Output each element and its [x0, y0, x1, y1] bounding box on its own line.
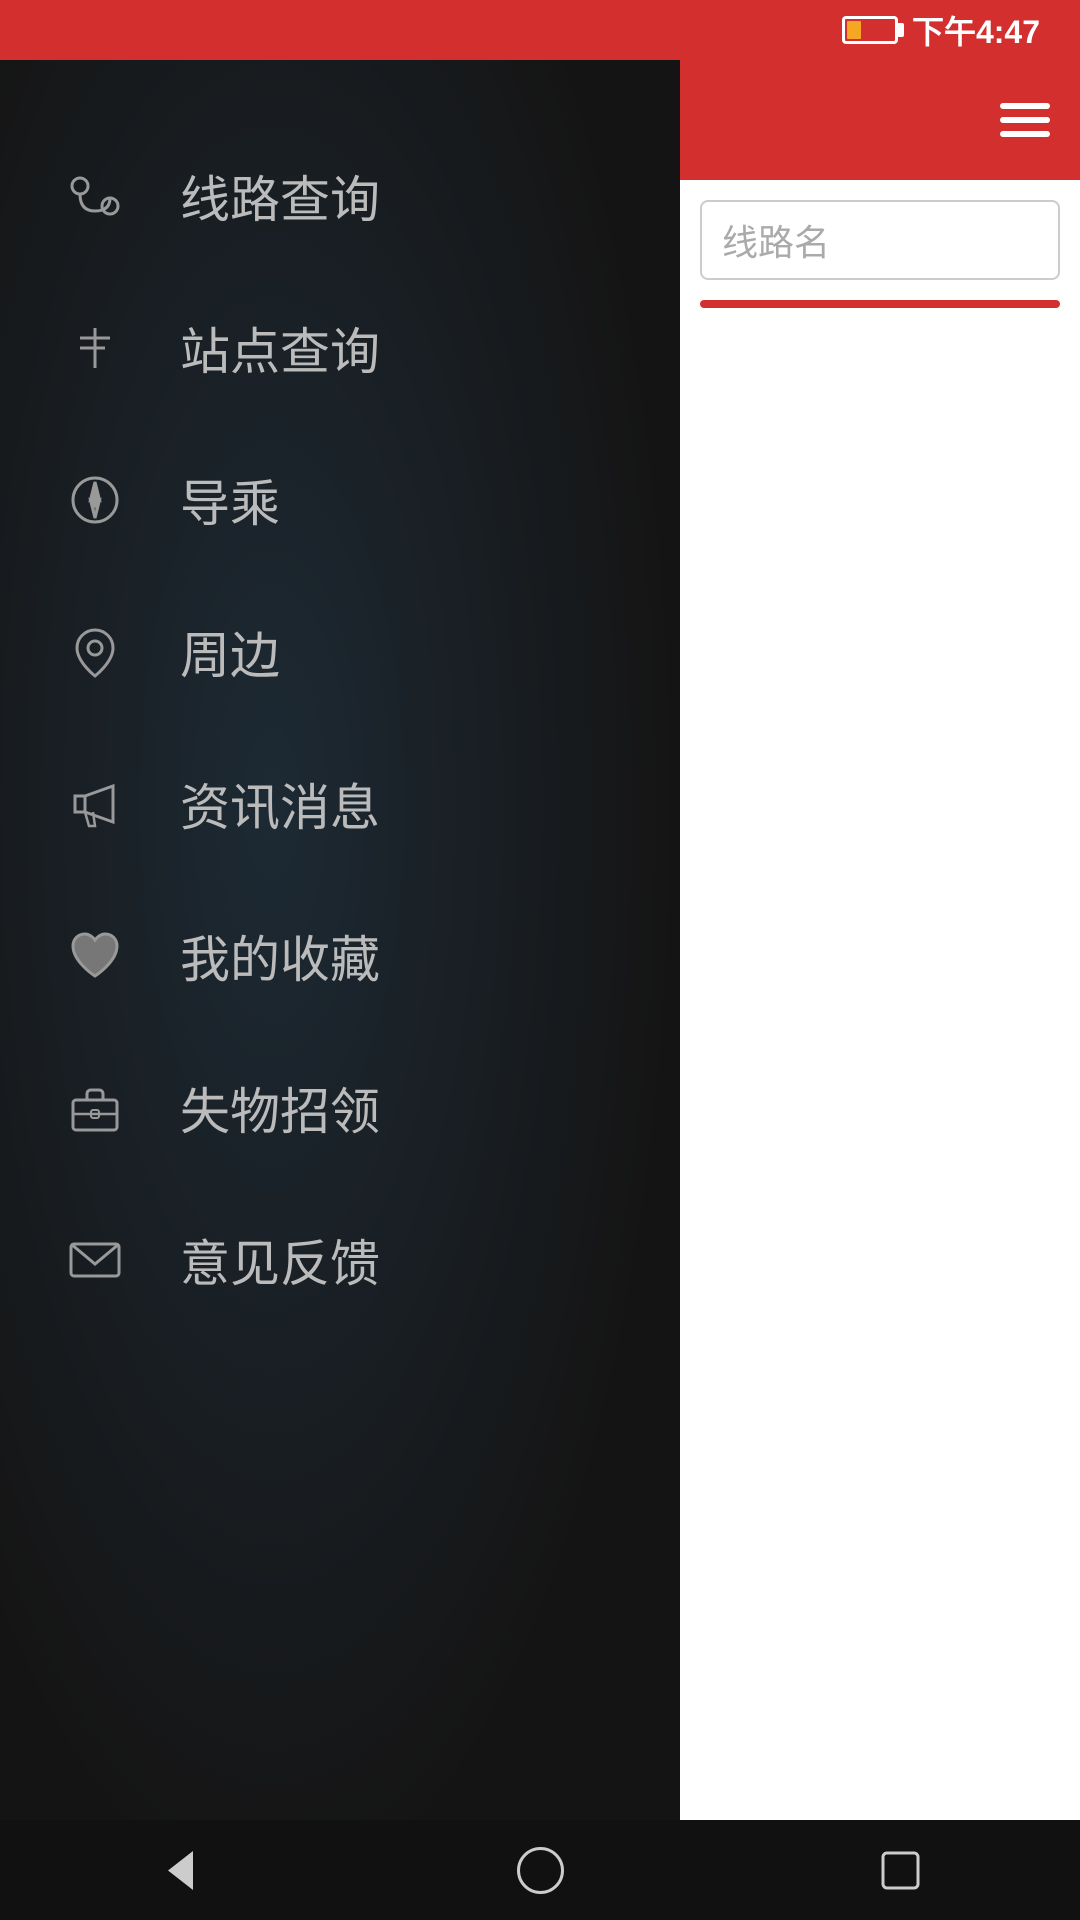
- menu-item-news[interactable]: 资讯消息: [0, 728, 680, 880]
- search-placeholder: 线路名: [722, 214, 830, 266]
- menu-item-lost-found[interactable]: 失物招领: [0, 1032, 680, 1184]
- menu-label-guide: 导乘: [180, 464, 280, 536]
- menu-item-feedback[interactable]: 意见反馈: [0, 1184, 680, 1336]
- location-icon: [60, 617, 130, 687]
- megaphone-icon: [60, 769, 130, 839]
- menu-label-lost-found: 失物招领: [180, 1072, 380, 1144]
- briefcase-icon: [60, 1073, 130, 1143]
- status-time: 下午4:47: [912, 7, 1040, 53]
- stop-icon: [60, 313, 130, 383]
- menu-item-guide[interactable]: 导乘: [0, 424, 680, 576]
- hamburger-button[interactable]: [1000, 103, 1050, 137]
- mail-icon: [60, 1225, 130, 1295]
- menu-label-stop-query: 站点查询: [180, 312, 380, 384]
- hamburger-line-3: [1000, 131, 1050, 137]
- route-icon: [60, 161, 130, 231]
- recents-button[interactable]: [865, 1835, 935, 1905]
- heart-icon: [60, 921, 130, 991]
- menu-label-news: 资讯消息: [180, 768, 380, 840]
- hamburger-line-2: [1000, 117, 1050, 123]
- navigation-bar: [0, 1820, 1080, 1920]
- main-panel-header: [680, 60, 1080, 180]
- battery-level: [847, 21, 861, 39]
- menu-item-route-query[interactable]: 线路查询: [0, 120, 680, 272]
- battery-icon: [842, 16, 898, 44]
- menu-item-stop-query[interactable]: 站点查询: [0, 272, 680, 424]
- status-bar: 下午4:47: [0, 0, 1080, 60]
- search-bar[interactable]: 线路名: [700, 200, 1060, 280]
- drawer: 线路查询 站点查询 导乘: [0, 60, 680, 1920]
- red-divider: [700, 300, 1060, 308]
- home-button[interactable]: [505, 1835, 575, 1905]
- main-panel: 线路名: [680, 60, 1080, 1920]
- menu-label-favorites: 我的收藏: [180, 920, 380, 992]
- menu-item-nearby[interactable]: 周边: [0, 576, 680, 728]
- menu-list: 线路查询 站点查询 导乘: [0, 60, 680, 1794]
- menu-item-favorites[interactable]: 我的收藏: [0, 880, 680, 1032]
- hamburger-line-1: [1000, 103, 1050, 109]
- menu-label-route-query: 线路查询: [180, 160, 380, 232]
- menu-label-feedback: 意见反馈: [180, 1224, 380, 1296]
- compass-icon: [60, 465, 130, 535]
- back-button[interactable]: [145, 1835, 215, 1905]
- menu-label-nearby: 周边: [180, 616, 280, 688]
